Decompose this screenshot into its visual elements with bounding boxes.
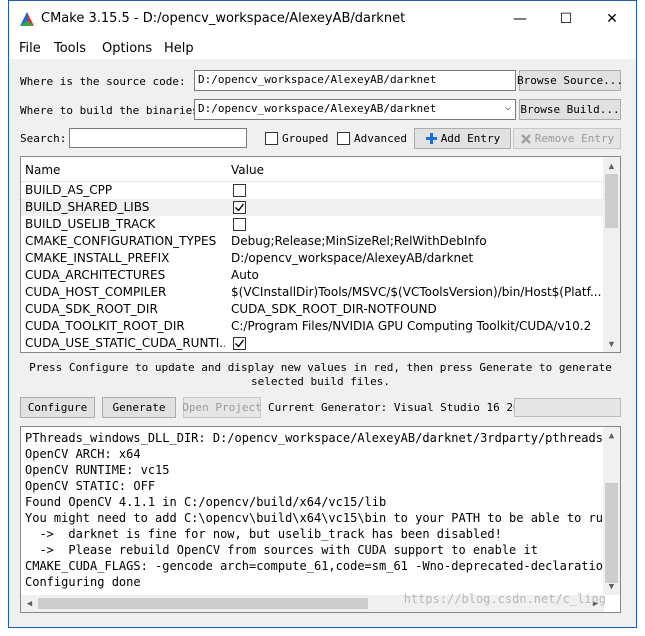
grouped-checkbox[interactable] (265, 132, 278, 145)
checkmark-icon (235, 203, 245, 212)
watermark-text: https://blog.csdn.net/c_ling (403, 592, 606, 606)
menu-tools[interactable]: Tools (54, 41, 86, 56)
row-value-checkbox[interactable] (233, 201, 246, 214)
remove-icon (520, 133, 531, 144)
generate-button[interactable]: Generate (102, 397, 176, 418)
table-scroll-thumb[interactable] (605, 174, 618, 228)
row-name: CUDA_USE_STATIC_CUDA_RUNTI... (25, 336, 225, 350)
search-input[interactable] (69, 128, 247, 148)
table-row[interactable]: CUDA_SDK_ROOT_DIR CUDA_SDK_ROOT_DIR-NOTFO… (21, 301, 604, 318)
row-name: CUDA_TOOLKIT_ROOT_DIR (25, 319, 185, 333)
output-line: OpenCV RUNTIME: vc15 (25, 463, 170, 477)
scroll-up-icon[interactable]: ▲ (603, 427, 620, 444)
browse-source-button[interactable]: Browse Source... (517, 70, 623, 91)
build-label: Where to build the binaries: (20, 104, 206, 117)
output-vertical-scrollbar[interactable]: ▲ ▼ (603, 427, 620, 595)
open-project-button: Open Project (182, 397, 262, 418)
column-value[interactable]: Value (231, 163, 264, 177)
cmake-window: CMake 3.15.5 - D:/opencv_workspace/Alexe… (8, 0, 637, 628)
close-button[interactable]: ✕ (589, 1, 635, 37)
row-value[interactable]: Auto (231, 268, 603, 282)
scroll-down-icon[interactable]: ▼ (603, 335, 620, 352)
output-line: Found OpenCV 4.1.1 in C:/opencv/build/x6… (25, 495, 387, 509)
progress-bar (514, 398, 621, 417)
advanced-checkbox[interactable] (337, 132, 350, 145)
cache-table[interactable]: Name Value BUILD_AS_CPP BUILD_SHARED_LIBS… (20, 156, 621, 353)
cmake-logo-icon (20, 12, 34, 26)
output-line: CMAKE_CUDA_FLAGS: -gencode arch=compute_… (25, 559, 618, 573)
row-value[interactable]: CUDA_SDK_ROOT_DIR-NOTFOUND (231, 302, 603, 316)
table-row[interactable]: CMAKE_CONFIGURATION_TYPES Debug;Release;M… (21, 233, 604, 250)
table-row[interactable]: CUDA_USE_STATIC_CUDA_RUNTI... (21, 335, 604, 352)
row-value[interactable]: $(VCInstallDir)Tools/MSVC/$(VCToolsVersi… (231, 285, 603, 299)
table-row[interactable]: CUDA_TOOLKIT_ROOT_DIR C:/Program Files/NV… (21, 318, 604, 335)
output-log[interactable]: PThreads_windows_DLL_DIR: D:/opencv_work… (20, 426, 621, 613)
window-title: CMake 3.15.5 - D:/opencv_workspace/Alexe… (41, 11, 406, 26)
source-path-input[interactable]: D:/opencv_workspace/AlexeyAB/darknet (194, 70, 516, 91)
scroll-left-icon[interactable]: ◀ (21, 595, 38, 612)
row-name: BUILD_AS_CPP (25, 183, 113, 197)
output-line: PThreads_windows_DLL_DIR: D:/opencv_work… (25, 431, 621, 445)
row-value-checkbox[interactable] (233, 184, 246, 197)
build-path-combo[interactable]: D:/opencv_workspace/AlexeyAB/darknet ⌵ (194, 99, 516, 120)
search-label: Search: (20, 132, 67, 145)
row-value[interactable]: C:/Program Files/NVIDIA GPU Computing To… (231, 319, 603, 333)
advanced-label: Advanced (354, 132, 407, 145)
minimize-button[interactable]: — (497, 1, 543, 37)
grouped-label: Grouped (282, 132, 329, 145)
output-line: -> darknet is fine for now, but uselib_t… (25, 527, 502, 541)
current-generator: Current Generator: Visual Studio 16 2019 (268, 401, 533, 414)
row-value[interactable]: D:/opencv_workspace/AlexeyAB/darknet (231, 251, 603, 265)
maximize-button[interactable]: ☐ (543, 1, 589, 37)
source-label: Where is the source code: (20, 75, 186, 88)
table-row[interactable]: BUILD_USELIB_TRACK (21, 216, 604, 233)
output-line: You might need to add C:\opencv\build\x6… (25, 511, 620, 525)
chevron-down-icon[interactable]: ⌵ (505, 102, 511, 113)
remove-entry-label: Remove Entry (534, 132, 615, 145)
row-name: CMAKE_INSTALL_PREFIX (25, 251, 170, 265)
menu-options[interactable]: Options (102, 41, 152, 56)
row-name: CMAKE_CONFIGURATION_TYPES (25, 234, 217, 248)
output-hscroll-thumb[interactable] (38, 598, 368, 609)
row-name: CUDA_ARCHITECTURES (25, 268, 166, 282)
checkmark-icon (235, 339, 245, 348)
scroll-up-icon[interactable]: ▲ (603, 157, 620, 174)
configure-button[interactable]: Configure (20, 397, 95, 418)
add-entry-label: Add Entry (440, 132, 501, 145)
row-name: BUILD_SHARED_LIBS (25, 200, 150, 214)
table-vertical-scrollbar[interactable]: ▲ ▼ (603, 157, 620, 352)
table-row[interactable]: CMAKE_INSTALL_PREFIX D:/opencv_workspace/… (21, 250, 604, 267)
table-row[interactable]: CUDA_HOST_COMPILER $(VCInstallDir)Tools/M… (21, 284, 604, 301)
row-name: BUILD_USELIB_TRACK (25, 217, 156, 231)
output-line: -> Please rebuild OpenCV from sources wi… (25, 543, 538, 557)
add-entry-button[interactable]: Add Entry (414, 128, 511, 149)
browse-build-button[interactable]: Browse Build... (519, 99, 621, 120)
plus-icon (425, 133, 437, 144)
output-line: Configuring done (25, 575, 141, 589)
build-path-value: D:/opencv_workspace/AlexeyAB/darknet (198, 102, 437, 115)
row-name: CUDA_HOST_COMPILER (25, 285, 167, 299)
table-header: Name Value (21, 157, 604, 182)
column-name[interactable]: Name (25, 163, 60, 177)
table-row[interactable]: BUILD_AS_CPP (21, 182, 604, 199)
row-value[interactable]: Debug;Release;MinSizeRel;RelWithDebInfo (231, 234, 603, 248)
remove-entry-button: Remove Entry (513, 128, 621, 149)
output-line: OpenCV ARCH: x64 (25, 447, 141, 461)
row-name: CUDA_SDK_ROOT_DIR (25, 302, 158, 316)
menu-file[interactable]: File (19, 41, 41, 56)
table-row[interactable]: BUILD_SHARED_LIBS (21, 199, 604, 216)
title-bar[interactable]: CMake 3.15.5 - D:/opencv_workspace/Alexe… (9, 1, 636, 37)
menu-help[interactable]: Help (164, 41, 194, 56)
output-scroll-thumb[interactable] (605, 483, 618, 583)
configure-hint: Press Configure to update and display ne… (29, 361, 612, 388)
menu-bar: File Tools Options Help (9, 37, 636, 59)
table-row[interactable]: CUDA_ARCHITECTURES Auto (21, 267, 604, 284)
row-value-checkbox[interactable] (233, 218, 246, 231)
row-value-checkbox[interactable] (233, 337, 246, 350)
output-line: OpenCV STATIC: OFF (25, 479, 156, 493)
